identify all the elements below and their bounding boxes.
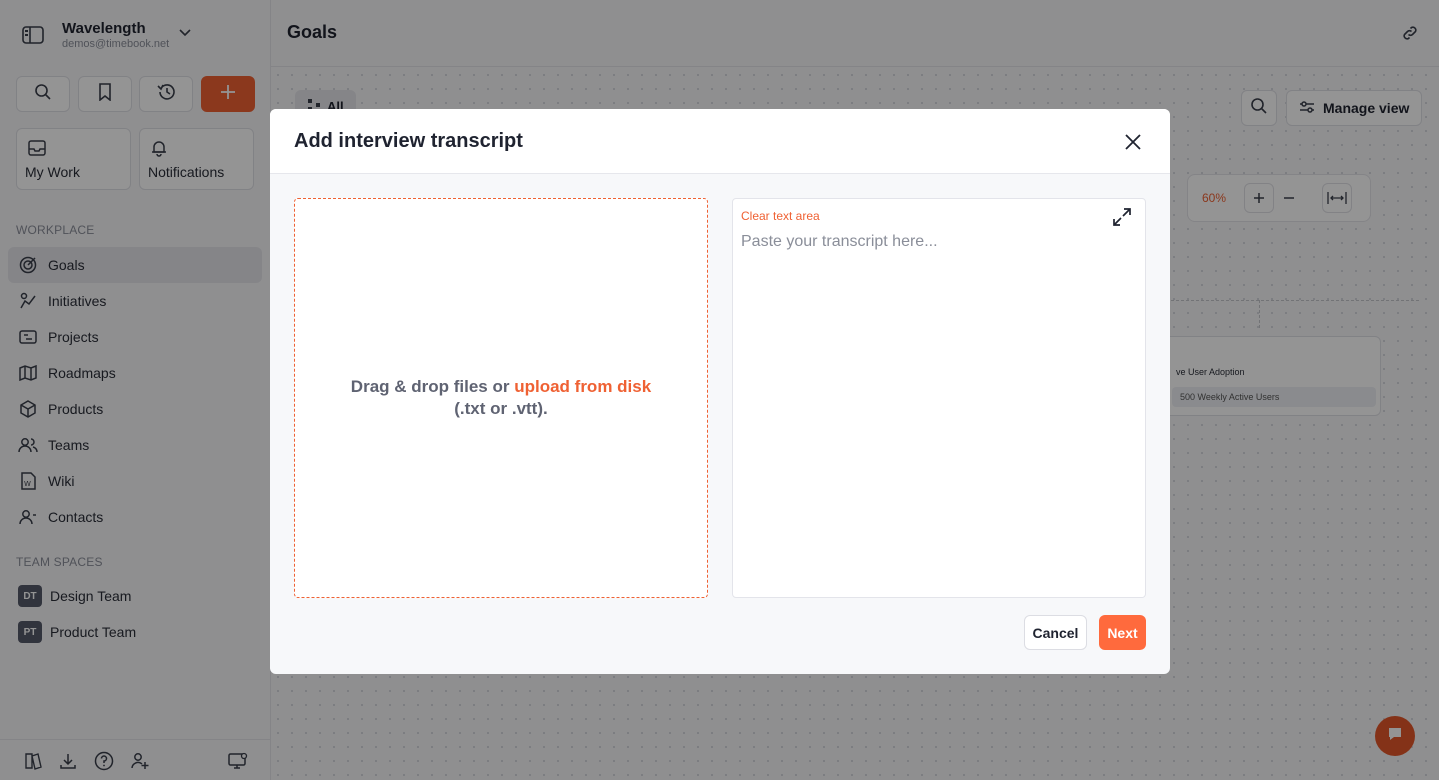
cancel-button[interactable]: Cancel [1024, 615, 1087, 650]
add-transcript-modal: Add interview transcript Drag & drop fil… [270, 109, 1170, 674]
modal-header: Add interview transcript [270, 109, 1170, 174]
close-icon[interactable] [1122, 131, 1144, 153]
modal-title: Add interview transcript [294, 130, 523, 152]
expand-icon[interactable] [1111, 206, 1133, 228]
next-button[interactable]: Next [1099, 615, 1146, 650]
file-dropzone[interactable]: Drag & drop files or upload from disk (.… [294, 198, 708, 598]
dropzone-instruction: Drag & drop files or [350, 377, 515, 396]
upload-from-disk-link[interactable]: upload from disk [514, 377, 651, 396]
clear-text-area-link[interactable]: Clear text area [741, 209, 820, 223]
dropzone-formats: (.txt or .vtt). [454, 399, 548, 418]
transcript-text-panel: Clear text area [732, 198, 1146, 598]
transcript-textarea[interactable] [741, 233, 1137, 589]
dropzone-text: Drag & drop files or upload from disk (.… [351, 376, 651, 420]
